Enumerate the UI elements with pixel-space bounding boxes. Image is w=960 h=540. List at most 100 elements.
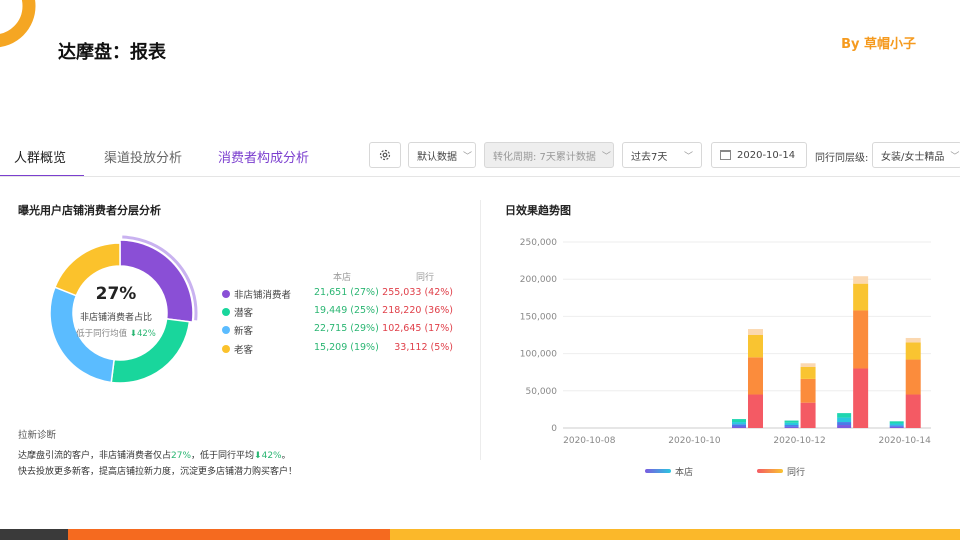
data-source-select[interactable]: 默认数据 ﹀ xyxy=(408,142,476,168)
legend-peer-value: 102,645 (17%) xyxy=(382,323,453,334)
legend-row[interactable]: 新客 22,715 (29%) 102,645 (17%) xyxy=(222,323,462,337)
diagnosis-line1-a: 达摩盘引流的客户，非店铺消费者仅占 xyxy=(18,451,172,461)
compare-value: 42% xyxy=(136,329,156,339)
chevron-down-icon: ﹀ xyxy=(463,151,473,162)
bar-peer-segment xyxy=(905,394,921,428)
y-tick-label: 250,000 xyxy=(520,238,557,248)
legend-own-value: 22,715 (29%) xyxy=(314,323,379,334)
chevron-down-icon: ﹀ xyxy=(601,151,611,162)
legend-row[interactable]: 潜客 19,449 (25%) 218,220 (36%) xyxy=(222,305,462,319)
x-tick-label: 2020-10-08 xyxy=(563,436,616,446)
diagnosis-text: 达摩盘引流的客户，非店铺消费者仅占27%，低于同行平均⬇42%。 快去投放更多新… xyxy=(18,448,328,480)
date-range-value: 过去7天 xyxy=(631,151,668,163)
down-arrow-icon: ⬇ xyxy=(254,451,262,461)
tab-channel-analysis[interactable]: 渠道投放分析 xyxy=(104,147,182,166)
bar-own-segment xyxy=(837,422,852,426)
legend-label: 同行 xyxy=(787,466,805,478)
legend-name: 潜客 xyxy=(234,308,254,319)
y-tick-label: 150,000 xyxy=(520,312,557,322)
legend-own-value: 21,651 (27%) xyxy=(314,287,379,298)
bar-peer-segment xyxy=(748,335,763,358)
compare-text: 低于同行均值 xyxy=(76,329,128,339)
bar-own-segment xyxy=(784,420,799,423)
bar-peer-segment xyxy=(853,276,869,284)
legend-label: 本店 xyxy=(675,466,693,478)
bar-peer-segment xyxy=(800,363,816,367)
donut-peer-compare: 低于同行均值 ⬇42% xyxy=(64,327,168,339)
date-picker[interactable]: 2020-10-14 xyxy=(711,142,807,168)
bar-peer-segment xyxy=(748,329,763,335)
slide-title: 达摩盘：报表 xyxy=(58,42,166,63)
y-tick-label: 50,000 xyxy=(526,387,558,397)
x-tick-label: 2020-10-12 xyxy=(773,436,825,446)
daily-trend-title: 日效果趋势图 xyxy=(505,204,571,217)
down-arrow-icon: ⬇ xyxy=(129,329,137,339)
column-header-own: 本店 xyxy=(333,273,352,283)
conversion-period-value: 转化周期: 7天累计数据 xyxy=(493,151,596,163)
bar-peer-segment xyxy=(853,283,869,311)
legend-peer-value: 255,033 (42%) xyxy=(382,287,453,298)
author-byline: By 草帽小子 xyxy=(841,37,916,52)
bar-peer-segment xyxy=(748,357,763,395)
data-source-value: 默认数据 xyxy=(417,151,457,163)
settings-button[interactable] xyxy=(369,142,401,168)
bar-own-segment xyxy=(837,425,852,428)
legend-dot xyxy=(222,290,230,298)
bar-own-segment xyxy=(889,423,904,426)
donut-center-label: 非店铺消费者占比 xyxy=(79,313,152,323)
bar-peer-segment xyxy=(800,402,816,428)
legend-dot xyxy=(222,308,230,316)
consumer-layer-title: 曝光用户店铺消费者分层分析 xyxy=(18,204,161,217)
peer-category-value: 女装/女士精品 xyxy=(881,151,945,163)
tab-bar-divider xyxy=(0,176,960,177)
bar-peer-segment xyxy=(800,366,816,379)
footer-stripe-yellow xyxy=(390,529,960,540)
bar-own-segment xyxy=(732,419,746,423)
x-tick-label: 2020-10-10 xyxy=(668,436,721,446)
conversion-period-select[interactable]: 转化周期: 7天累计数据 ﹀ xyxy=(484,142,614,168)
legend-name: 新客 xyxy=(234,326,254,337)
bar-peer-segment xyxy=(905,359,921,395)
bar-own-segment xyxy=(732,422,746,425)
bar-own-segment xyxy=(732,426,746,428)
chevron-down-icon: ﹀ xyxy=(950,151,960,162)
legend-row[interactable]: 老客 15,209 (19%) 33,112 (5%) xyxy=(222,342,462,356)
legend-own-value: 19,449 (25%) xyxy=(314,305,379,316)
legend-peer-value: 33,112 (5%) xyxy=(394,342,453,353)
legend-swatch xyxy=(757,469,783,473)
bar-peer-segment xyxy=(905,337,921,343)
legend-name: 老客 xyxy=(234,345,254,356)
x-tick-label: 2020-10-14 xyxy=(879,436,932,446)
legend-dot xyxy=(222,345,230,353)
footer-stripe-orange xyxy=(68,529,390,540)
bar-own-segment xyxy=(784,422,799,426)
legend-peer-value: 218,220 (36%) xyxy=(382,305,453,316)
panel-divider xyxy=(480,200,481,460)
diagnosis-title: 拉新诊断 xyxy=(18,430,57,441)
bar-own-segment xyxy=(837,413,852,418)
tab-audience-overview[interactable]: 人群概览 xyxy=(14,147,66,166)
bar-peer-segment xyxy=(853,368,869,428)
footer-stripe-dark xyxy=(0,529,68,540)
legend-swatch xyxy=(645,469,671,473)
bar-own-segment xyxy=(889,425,904,427)
chevron-down-icon: ﹀ xyxy=(683,151,693,162)
bar-peer-segment xyxy=(905,342,921,360)
donut-center-value: 27% xyxy=(95,284,137,304)
peer-category-select[interactable]: 女装/女士精品 ﹀ xyxy=(872,142,960,168)
legend-dot xyxy=(222,326,230,334)
bar-own-segment xyxy=(732,424,746,427)
date-range-select[interactable]: 过去7天 ﹀ xyxy=(622,142,702,168)
legend-row[interactable]: 非店铺消费者 21,651 (27%) 255,033 (42%) xyxy=(222,287,462,301)
tab-consumer-composition[interactable]: 消费者构成分析 xyxy=(218,147,309,166)
legend-own-value: 15,209 (19%) xyxy=(314,342,379,353)
bar-own-segment xyxy=(784,425,799,427)
diagnosis-own-share: 27% xyxy=(171,451,192,461)
diagnosis-line1-e: 。 xyxy=(281,451,291,461)
diagnosis-peer-share: 42% xyxy=(261,451,282,461)
bar-own-segment xyxy=(784,426,799,428)
bar-own-segment xyxy=(889,426,904,428)
calendar-icon xyxy=(720,150,731,160)
peer-level-label: 同行同层级: xyxy=(815,153,869,164)
date-value: 2020-10-14 xyxy=(737,149,796,161)
